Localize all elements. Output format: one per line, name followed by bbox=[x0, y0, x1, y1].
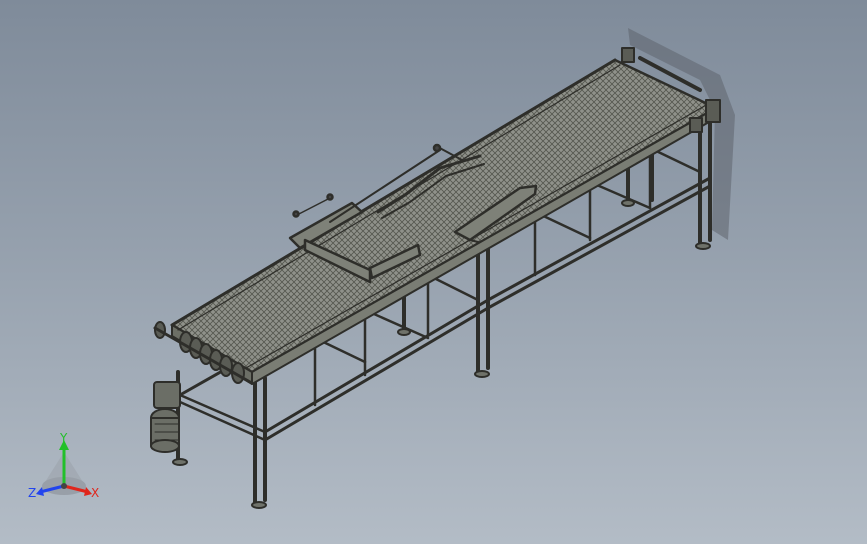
drive-motor bbox=[150, 381, 181, 453]
x-axis-label: X bbox=[91, 486, 99, 500]
z-axis-label: Z bbox=[28, 486, 36, 500]
y-axis-label: Y bbox=[59, 431, 68, 445]
coordinate-triad-icon[interactable]: Y X Z bbox=[26, 430, 106, 505]
conveyor-model[interactable] bbox=[0, 0, 867, 544]
graphics-viewport[interactable]: Y X Z bbox=[0, 0, 867, 544]
